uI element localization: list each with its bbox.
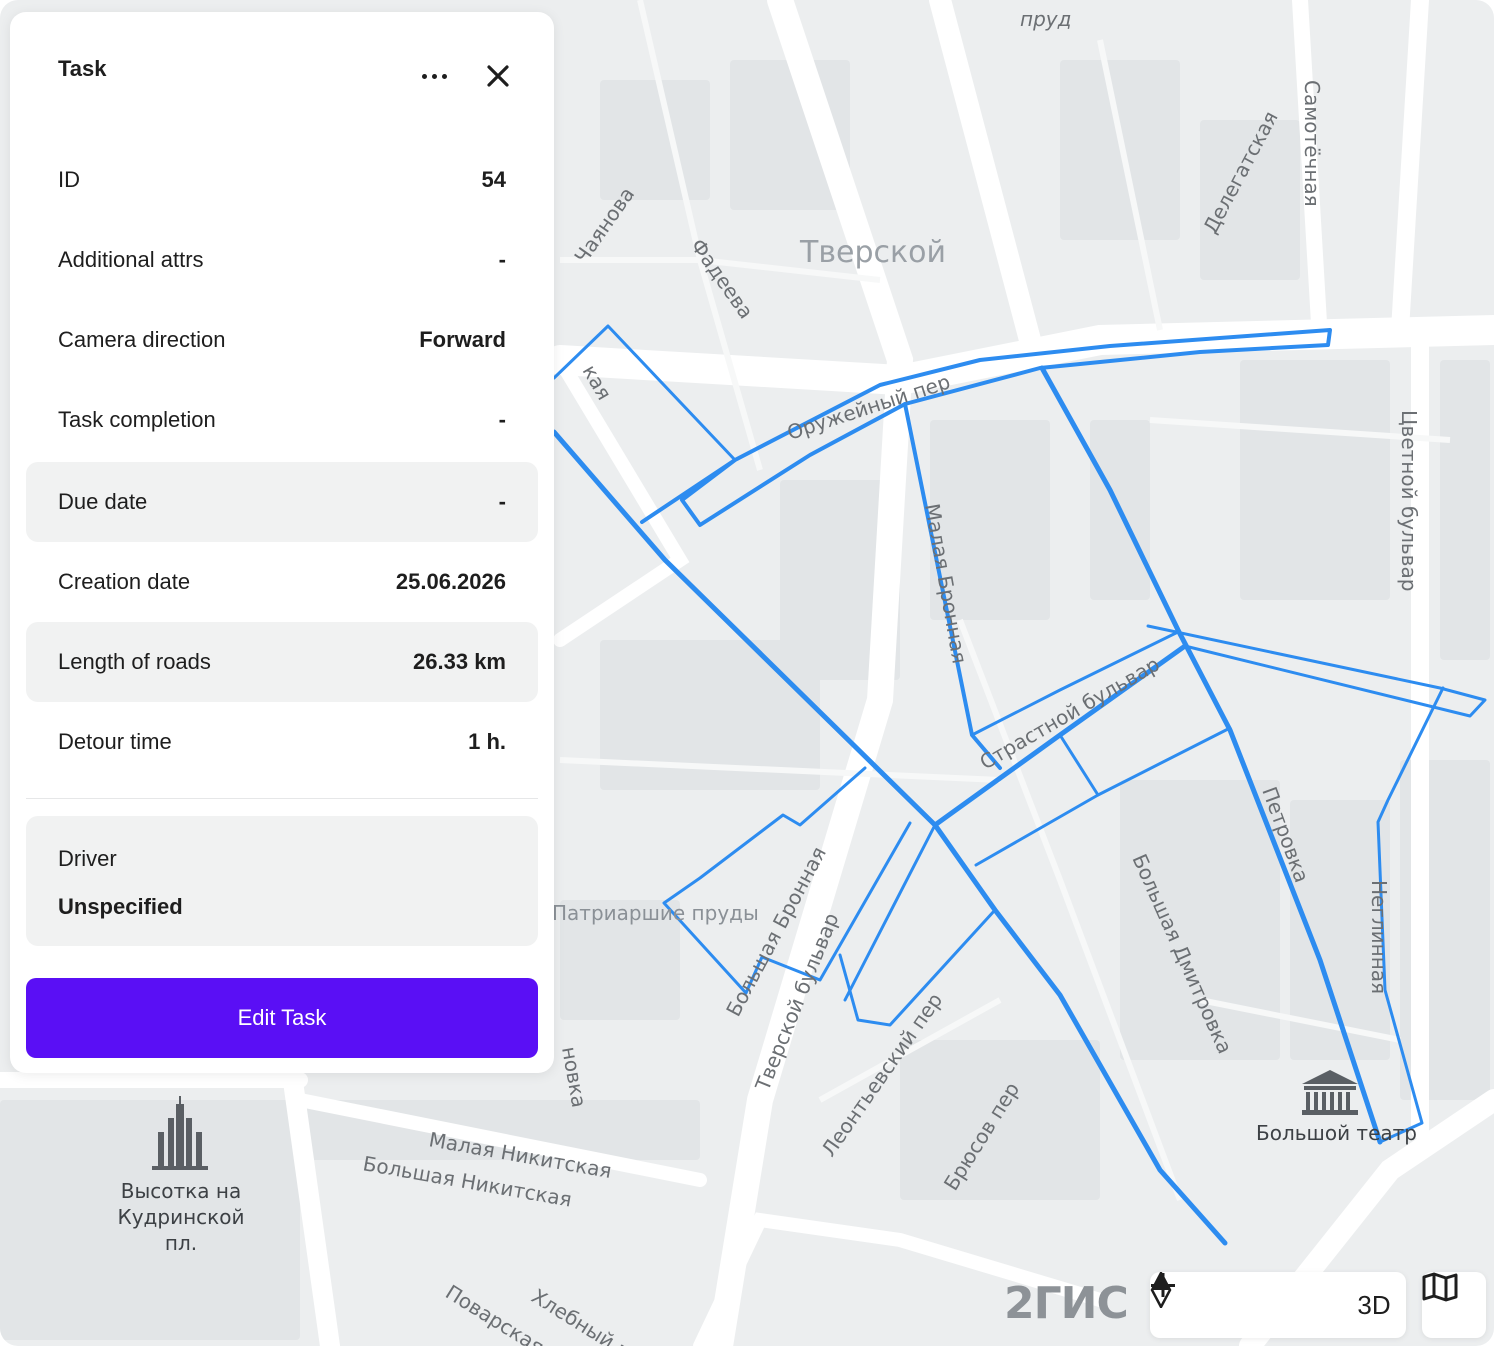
street-label: Страстной бульвар [976,652,1164,774]
detail-row-creation-date: Creation date 25.06.2026 [26,542,538,622]
row-label: ID [58,167,80,192]
row-value: 26.33 km [413,649,506,674]
task-panel: Task ID 54 Additional attrs - Camera dir… [10,12,554,1073]
row-value: - [498,489,506,514]
row-value: 54 [481,167,506,192]
street-label: пруд [1020,7,1071,31]
street-label: Петровка [1257,784,1314,886]
row-label: Task completion [58,407,216,432]
row-label: Length of roads [58,649,211,674]
street-label: Большая Дмитровка [1127,850,1237,1057]
street-label: Поварская [441,1280,548,1346]
driver-value: Unspecified [58,894,183,919]
street-label: Брюсов пер [939,1078,1024,1195]
street-label: кая [578,361,617,405]
district-label: Тверской [799,235,946,270]
row-value: Forward [419,327,506,352]
more-options-icon[interactable] [414,62,454,90]
detail-row-length-of-roads: Length of roads 26.33 km [26,622,538,702]
panel-header: Task [10,12,554,122]
street-label: Чаянова [569,183,639,268]
3d-toggle-button[interactable]: 3D [1350,1281,1398,1329]
theatre-landmark-icon[interactable] [1300,1070,1360,1116]
detail-row-camera-direction: Camera direction Forward [26,300,538,380]
panel-title: Task [58,56,107,81]
row-label: Camera direction [58,327,226,352]
street-label: Фадеева [686,234,758,323]
street-label: Делегатская [1198,107,1282,237]
street-label: Неглинная [1367,880,1391,994]
driver-section: Driver Unspecified [26,816,538,946]
poi-label: Патриаршие пруды [552,901,759,925]
detail-row-detour-time: Detour time 1 h. [26,702,538,782]
row-value: 1 h. [468,729,506,754]
map-layers-icon [1422,1272,1458,1302]
brand-logo: 2ГИС [1004,1278,1129,1329]
skyscraper-landmark-icon[interactable] [150,1096,210,1174]
street-label: Малая Бронная [920,502,972,666]
compass-button[interactable] [1150,1272,1334,1329]
divider [26,798,538,799]
row-label: Additional attrs [58,247,204,272]
driver-label: Driver [58,846,117,871]
map-controls: 3D [1150,1272,1406,1338]
row-value: 25.06.2026 [395,569,506,594]
street-label: Самотёчная [1300,80,1324,207]
poi-label: Большой театр [1256,1121,1417,1145]
zoom-in-button[interactable] [1151,1273,1270,1329]
row-label: Detour time [58,729,172,754]
street-label: Цветной бульвар [1397,410,1421,591]
skyscraper-landmark-label: Высотка на Кудринской пл. [117,1179,245,1255]
street-label: Оружейный пер [784,369,953,444]
row-label: Due date [58,489,148,514]
detail-row-id: ID 54 [26,140,538,220]
row-value: - [498,407,506,432]
compass-icon [1150,1272,1172,1308]
close-icon[interactable] [482,60,514,92]
street-label: новка [557,1045,591,1110]
detail-row-task-completion: Task completion - [26,380,538,460]
street-label: Леонтьевский пер [816,988,947,1160]
edit-task-button[interactable]: Edit Task [26,978,538,1058]
map-layers-button[interactable] [1422,1272,1486,1338]
row-label: Creation date [58,569,191,594]
detail-row-additional-attrs: Additional attrs - [26,220,538,300]
row-value: - [498,247,506,272]
detail-row-due-date: Due date - [26,462,538,542]
